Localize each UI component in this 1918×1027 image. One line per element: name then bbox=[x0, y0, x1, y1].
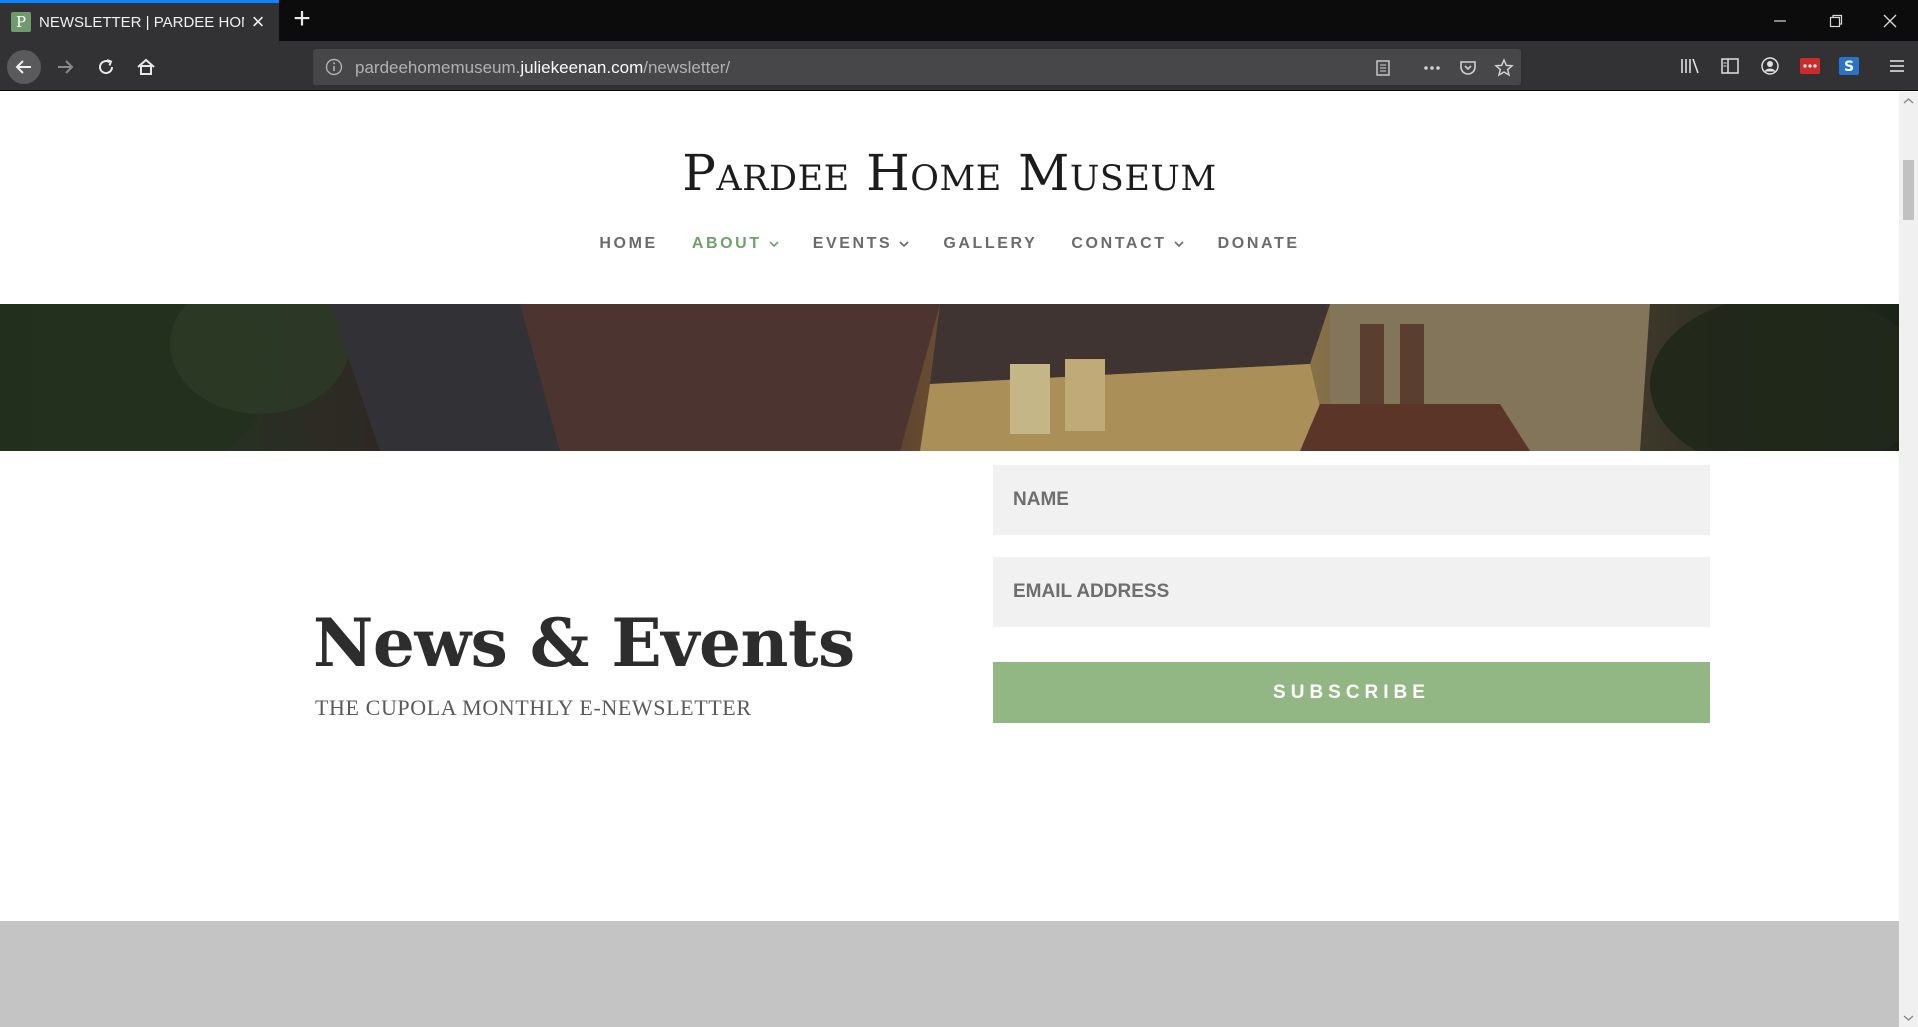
nav-item-donate[interactable]: DONATE bbox=[1218, 235, 1300, 253]
nav-item-label: ABOUT bbox=[691, 235, 762, 252]
reload-button[interactable] bbox=[89, 50, 123, 84]
lastpass-extension-icon[interactable] bbox=[1797, 53, 1823, 79]
scrollbar-thumb[interactable] bbox=[1903, 160, 1914, 220]
forward-arrow-icon bbox=[58, 60, 74, 74]
scroll-up-icon[interactable] bbox=[1903, 96, 1914, 106]
page-scrollbar[interactable] bbox=[1899, 92, 1918, 1027]
restore-button[interactable] bbox=[1808, 0, 1864, 41]
new-tab-button[interactable]: + bbox=[288, 4, 316, 34]
browser-tab[interactable]: P NEWSLETTER | PARDEE HOME MUSEUM × bbox=[0, 0, 279, 41]
chevron-down-icon bbox=[1174, 241, 1184, 248]
page-actions-icon[interactable] bbox=[1421, 57, 1443, 79]
nav-item-label: CONTACT bbox=[1071, 235, 1167, 252]
bookmark-star-icon[interactable] bbox=[1493, 57, 1515, 79]
nav-item-contact[interactable]: CONTACT bbox=[1071, 235, 1184, 253]
address-bar[interactable]: pardeehomemuseum.juliekeenan.com/newslet… bbox=[313, 49, 1521, 85]
chevron-down-icon bbox=[899, 241, 909, 248]
section-subtitle: THE CUPOLA MONTHLY E-NEWSLETTER bbox=[315, 695, 752, 720]
nav-item-label: EVENTS bbox=[812, 235, 893, 252]
nav-item-about[interactable]: ABOUT bbox=[692, 235, 779, 253]
name-field[interactable]: NAME bbox=[993, 465, 1710, 535]
hero-banner-image bbox=[0, 304, 1899, 451]
home-icon bbox=[137, 58, 155, 75]
scroll-down-icon[interactable] bbox=[1903, 1013, 1914, 1023]
tab-strip: P NEWSLETTER | PARDEE HOME MUSEUM × + bbox=[0, 0, 1918, 41]
minimize-icon bbox=[1774, 19, 1786, 22]
subscribe-button[interactable]: SUBSCRIBE bbox=[993, 662, 1710, 723]
svg-text:S: S bbox=[1844, 59, 1854, 75]
nav-item-label: HOME bbox=[599, 235, 658, 252]
chevron-down-icon bbox=[769, 241, 779, 248]
nav-item-label: DONATE bbox=[1217, 235, 1300, 252]
reader-view-icon[interactable] bbox=[1372, 57, 1394, 79]
tab-close-icon[interactable]: × bbox=[247, 11, 269, 33]
tab-title: NEWSLETTER | PARDEE HOME MUSEUM bbox=[39, 13, 244, 31]
nav-item-label: GALLERY bbox=[943, 235, 1038, 252]
section-title: News & Events bbox=[313, 604, 855, 682]
main-navigation: HOME ABOUT EVENTS GALLERY CONTACT DONATE bbox=[0, 235, 1899, 253]
minimize-button[interactable] bbox=[1752, 0, 1808, 41]
close-window-button[interactable] bbox=[1862, 0, 1918, 41]
restore-icon bbox=[1829, 14, 1843, 27]
extension-s-icon[interactable]: S bbox=[1836, 53, 1862, 79]
library-icon[interactable] bbox=[1677, 53, 1703, 79]
site-logo[interactable]: Pardee Home Museum bbox=[0, 144, 1899, 202]
url-text: pardeehomemuseum.juliekeenan.com/newslet… bbox=[355, 58, 730, 78]
house-photo bbox=[0, 304, 1899, 451]
url-domain: juliekeenan.com bbox=[520, 58, 644, 77]
footer-band bbox=[0, 921, 1899, 1027]
nav-item-home[interactable]: HOME bbox=[599, 235, 657, 253]
site-favicon-icon: P bbox=[11, 12, 31, 32]
browser-toolbar: pardeehomemuseum.juliekeenan.com/newslet… bbox=[0, 41, 1918, 91]
url-prefix: pardeehomemuseum. bbox=[355, 58, 521, 77]
sidebar-icon[interactable] bbox=[1717, 53, 1743, 79]
nav-item-gallery[interactable]: GALLERY bbox=[943, 235, 1037, 253]
info-icon[interactable] bbox=[325, 58, 343, 76]
account-icon[interactable] bbox=[1757, 53, 1783, 79]
email-field[interactable]: EMAIL ADDRESS bbox=[993, 557, 1710, 627]
close-icon bbox=[1883, 14, 1897, 27]
pocket-icon[interactable] bbox=[1457, 57, 1479, 79]
url-path: /newsletter/ bbox=[643, 58, 731, 77]
forward-button[interactable] bbox=[48, 50, 82, 84]
hamburger-menu-icon[interactable] bbox=[1884, 53, 1910, 79]
reload-icon bbox=[99, 59, 114, 75]
back-button[interactable] bbox=[7, 50, 41, 84]
site-header: Pardee Home Museum HOME ABOUT EVENTS GALLER… bbox=[0, 92, 1899, 304]
home-button[interactable] bbox=[129, 50, 163, 84]
back-arrow-icon bbox=[15, 60, 31, 74]
nav-item-events[interactable]: EVENTS bbox=[813, 235, 910, 253]
